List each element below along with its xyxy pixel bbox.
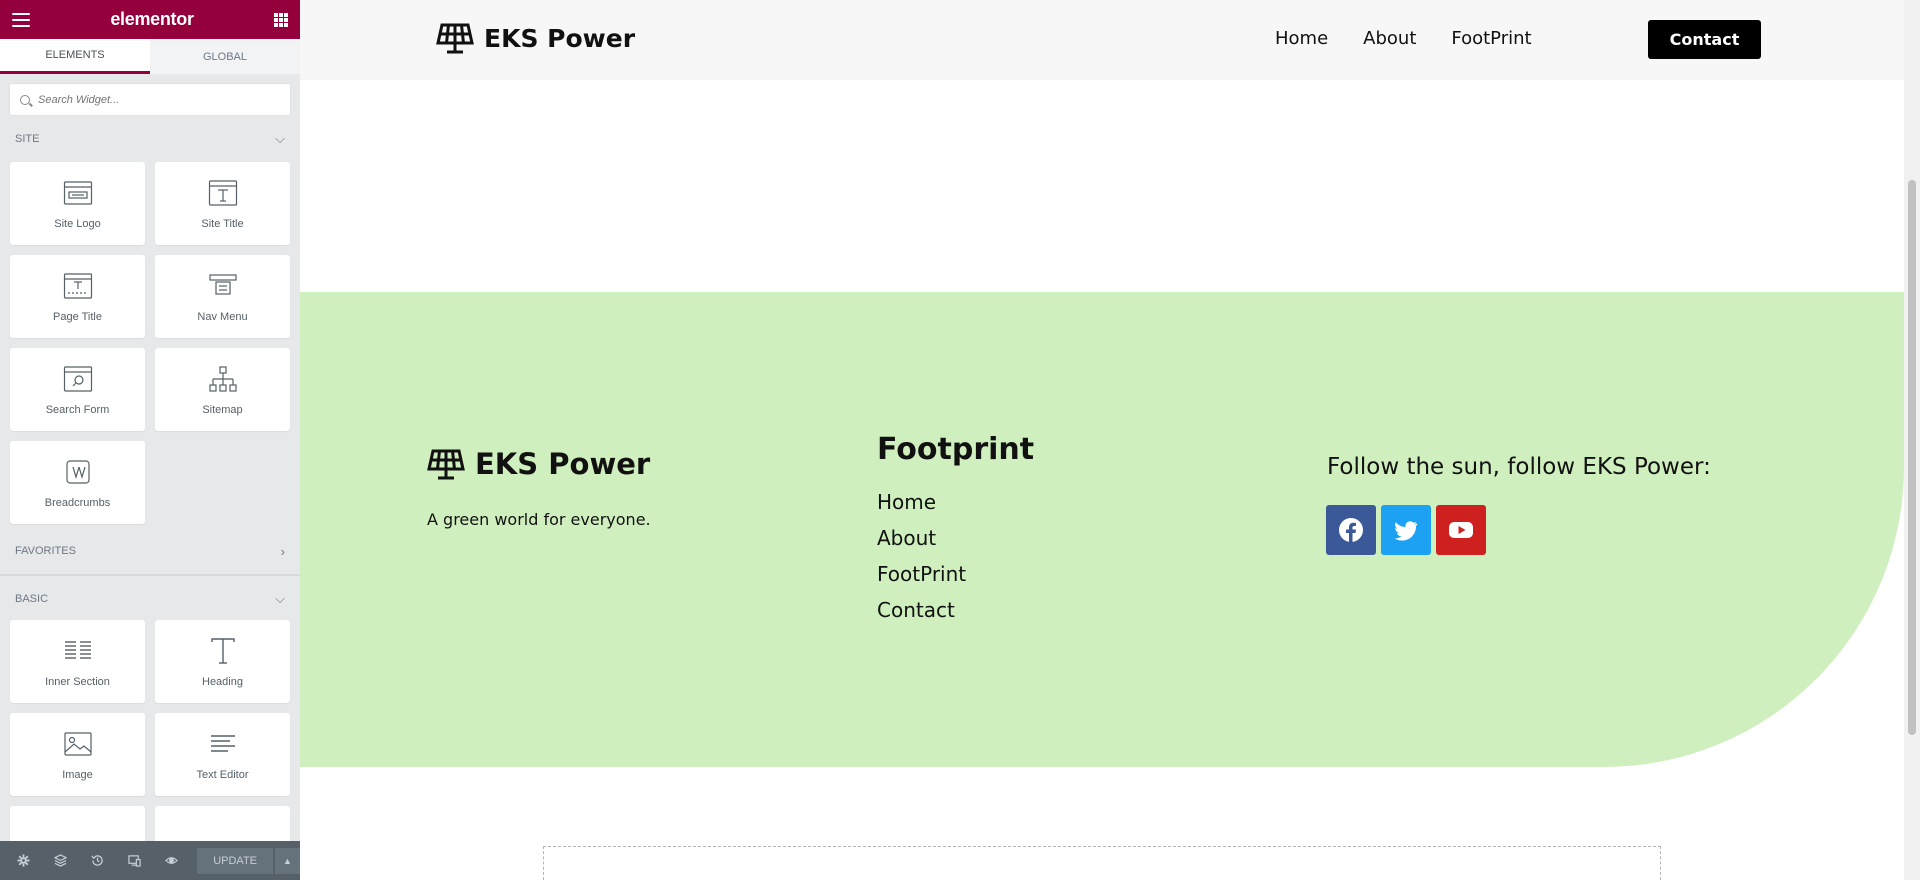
footer-brand-name: EKS Power [475, 447, 651, 481]
widget-site-title[interactable]: Site Title [155, 162, 290, 245]
sitemap-icon [208, 365, 237, 392]
header-brand-name: EKS Power [484, 23, 636, 53]
text-editor-icon [210, 734, 235, 752]
panel-tabs: ELEMENTS GLOBAL [0, 39, 300, 74]
preview-eye-icon[interactable] [158, 841, 185, 880]
category-favorites-header[interactable]: FAVORITES › [0, 528, 300, 574]
search-widget-input[interactable] [38, 93, 258, 106]
widget-label: Site Logo [54, 217, 101, 230]
site-logo-icon [63, 180, 92, 205]
scrollbar-thumb[interactable] [1908, 180, 1916, 735]
panel-header: elementor [0, 0, 300, 39]
widget-inner-section[interactable]: Inner Section [10, 620, 145, 703]
elementor-panel: elementor ELEMENTS GLOBAL SITE ⌵ Site Lo… [0, 0, 300, 880]
site-header: EKS Power Home About FootPrint Contact [300, 0, 1904, 80]
facebook-button[interactable] [1326, 505, 1376, 555]
breadcrumbs-icon [65, 459, 90, 484]
contact-button[interactable]: Contact [1648, 20, 1761, 59]
site-footer: EKS Power A green world for everyone. Fo… [300, 292, 1904, 767]
follow-text: Follow the sun, follow EKS Power: [1327, 454, 1711, 480]
footer-brand[interactable]: EKS Power [427, 447, 650, 481]
footer-link-home[interactable]: Home [877, 490, 966, 526]
widget-breadcrumbs[interactable]: Breadcrumbs [10, 441, 145, 524]
search-icon [20, 94, 30, 105]
widget-sitemap[interactable]: Sitemap [155, 348, 290, 431]
footer-link-about[interactable]: About [877, 526, 966, 562]
responsive-icon[interactable] [121, 841, 148, 880]
elementor-logo: elementor [110, 9, 194, 29]
solar-panel-icon [436, 23, 474, 54]
footer-link-footprint[interactable]: FootPrint [877, 562, 966, 598]
widget-label: Heading [202, 675, 243, 688]
preview-scrollbar[interactable] [1904, 0, 1920, 880]
site-widgets: Site Logo Site Title Page Title Nav Menu… [0, 162, 300, 524]
twitter-icon [1394, 521, 1418, 541]
facebook-icon [1339, 518, 1363, 542]
nav-menu-icon [208, 273, 237, 295]
widget-label: Inner Section [45, 675, 110, 688]
heading-icon [210, 637, 235, 664]
widget-label: Text Editor [196, 768, 249, 781]
category-basic-header[interactable]: BASIC ⌵ [0, 578, 300, 620]
widget-nav-menu[interactable]: Nav Menu [155, 255, 290, 338]
chevron-right-icon: › [280, 543, 285, 559]
image-icon [63, 731, 92, 756]
update-button[interactable]: UPDATE [197, 847, 273, 874]
widget-image[interactable]: Image [10, 713, 145, 796]
footer-link-contact[interactable]: Contact [877, 598, 966, 634]
search-widget-box [9, 83, 291, 116]
solar-panel-icon [427, 449, 465, 480]
tab-global[interactable]: GLOBAL [150, 39, 300, 74]
history-icon[interactable] [84, 841, 111, 880]
social-icons [1326, 505, 1486, 555]
footer-tagline: A green world for everyone. [427, 510, 651, 529]
widget-site-logo[interactable]: Site Logo [10, 162, 145, 245]
inner-section-icon [64, 640, 91, 659]
category-label: FAVORITES [15, 545, 76, 557]
tab-elements[interactable]: ELEMENTS [0, 39, 150, 74]
widget-page-title[interactable]: Page Title [10, 255, 145, 338]
twitter-button[interactable] [1381, 505, 1431, 555]
site-preview: EKS Power Home About FootPrint Contact E… [300, 0, 1904, 880]
layers-icon[interactable] [47, 841, 74, 880]
widget-text-editor[interactable]: Text Editor [155, 713, 290, 796]
apps-grid-icon[interactable] [273, 12, 288, 27]
update-options-caret-icon[interactable]: ▲ [274, 847, 300, 874]
category-label: SITE [15, 133, 40, 145]
widget-label: Nav Menu [197, 310, 248, 323]
nav-about[interactable]: About [1363, 28, 1416, 49]
category-site-header[interactable]: SITE ⌵ [0, 116, 300, 162]
widget-label: Sitemap [202, 403, 243, 416]
youtube-button[interactable] [1436, 505, 1486, 555]
settings-icon[interactable] [10, 841, 37, 880]
category-label: BASIC [15, 593, 49, 605]
youtube-icon [1449, 522, 1473, 538]
widget-heading[interactable]: Heading [155, 620, 290, 703]
widget-label: Page Title [53, 310, 102, 323]
header-brand[interactable]: EKS Power [436, 22, 635, 54]
empty-section-drop-zone[interactable] [543, 846, 1661, 880]
site-title-icon [208, 179, 237, 206]
footprint-heading: Footprint [877, 432, 1035, 467]
widget-search-form[interactable]: Search Form [10, 348, 145, 431]
widget-label: Search Form [45, 403, 110, 416]
widget-label: Image [62, 768, 93, 781]
menu-icon[interactable] [12, 12, 30, 27]
chevron-down-icon: ⌵ [275, 591, 285, 606]
panel-footer: UPDATE ▲ [0, 841, 300, 880]
footprint-links: Home About FootPrint Contact [877, 490, 966, 634]
widget-label: Breadcrumbs [44, 496, 111, 509]
nav-footprint[interactable]: FootPrint [1451, 28, 1531, 49]
widget-label: Site Title [201, 217, 244, 230]
page-title-icon [63, 272, 92, 299]
main-nav: Home About FootPrint [1275, 28, 1567, 49]
nav-home[interactable]: Home [1275, 28, 1328, 49]
chevron-down-icon: ⌵ [275, 131, 285, 146]
search-form-icon [63, 365, 92, 392]
